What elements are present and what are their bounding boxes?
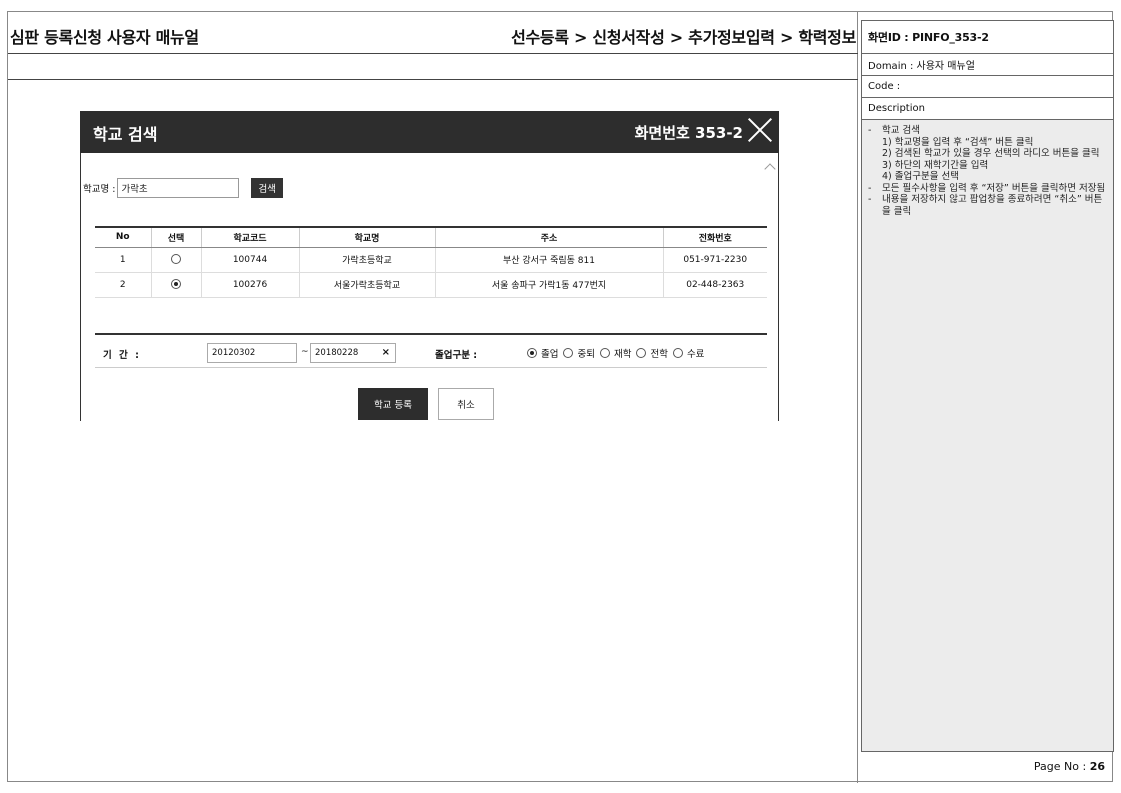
grad-option-label: 중퇴 [577,349,595,360]
breadcrumb: 선수등록 > 신청서작성 > 추가정보입력 > 학력정보 [511,28,856,47]
select-radio[interactable] [171,254,181,265]
grad-option-dropout[interactable]: 중퇴 [563,346,595,360]
search-button[interactable]: 검색 [251,178,283,198]
description-body: - 학교 검색 1) 학교명을 입력 후 “검색” 버튼 클릭 2) 검색된 학… [862,120,1113,217]
date-to-input[interactable]: 20180228 × [310,343,396,363]
row-select-cell [150,247,201,273]
column-header-name: 학교명 [298,226,435,248]
description-text: 모든 필수사항을 입력 후 “저장” 버튼을 클릭하면 저장됨 [882,182,1106,194]
grad-option-completed[interactable]: 수료 [672,346,705,360]
dialog-body: 학교명 : 검색 No 선택 학교코드 학교명 [80,153,779,421]
register-school-button[interactable]: 학교 등록 [358,388,428,420]
table-header-row: No 선택 학교코드 학교명 주소 전화번호 [95,226,767,248]
radio-icon [636,348,647,358]
date-separator: ~ [301,347,309,357]
code-field: Code : [862,76,1113,98]
radio-icon [599,348,610,358]
dialog-header: 학교 검색 화면번호 353-2 [80,111,779,153]
description-item: - 학교 검색 [868,125,1107,137]
description-text: 내용을 저장하지 않고 팝업창을 종료하려면 “취소” 버튼을 클릭 [882,194,1103,217]
row-code: 100744 [200,247,299,273]
column-header-no: No [95,226,151,248]
scroll-up-icon[interactable] [764,163,776,175]
domain-field: Domain : 사용자 매뉴얼 [862,54,1113,76]
school-name-label: 학교명 : [83,184,116,195]
school-name-input[interactable] [117,178,240,198]
grad-option-graduated[interactable]: 졸업 [527,346,558,360]
sub-header [8,54,858,80]
grad-option-label: 수료 [686,349,705,360]
row-no: 2 [95,272,151,298]
description-sub-item: 4) 졸업구분을 선택 [882,171,959,182]
close-icon[interactable] [747,117,773,143]
grad-option-label: 재학 [613,349,632,360]
dialog-title: 학교 검색 [93,125,158,144]
column-header-select: 선택 [150,226,201,248]
row-address: 부산 강서구 죽림동 811 [434,247,663,273]
school-search-dialog: 학교 검색 화면번호 353-2 학교명 : 검색 [80,111,779,421]
period-row: 기 간 : 20120302 ~ 20180228 × 졸업구분 : 졸업 중퇴… [95,333,767,368]
column-header-code: 학교코드 [200,226,299,248]
school-result-table: No 선택 학교코드 학교명 주소 전화번호 1 100744 가락초등학교 부… [95,226,767,298]
bullet-dash: - [868,194,872,205]
page-frame: 심판 등록신청 사용자 매뉴얼 선수등록 > 신청서작성 > 추가정보입력 > … [7,11,1114,783]
description-text: 학교 검색 [882,125,920,136]
description-sub-item: 2) 검색된 학교가 있을 경우 선택의 라디오 버튼을 클릭 [882,148,1100,159]
description-label: Description [862,98,1113,120]
row-name: 서울가락초등학교 [298,272,435,298]
page-number: Page No : 26 [1034,760,1105,773]
dialog-screen-number: 화면번호 353-2 [634,124,743,142]
date-to-value: 20180228 [315,348,359,358]
row-address: 서울 송파구 가락1동 477번지 [434,272,663,298]
table-row[interactable]: 2 100276 서울가락초등학교 서울 송파구 가락1동 477번지 02-4… [95,272,767,298]
doc-title: 심판 등록신청 사용자 매뉴얼 [10,28,199,47]
dialog-actions: 학교 등록 취소 [358,388,494,420]
page-number-value: 26 [1089,760,1105,773]
row-no: 1 [95,247,151,273]
search-row: 학교명 : 검색 [83,178,283,198]
grad-option-transfer[interactable]: 전학 [636,346,668,360]
radio-icon [563,348,574,358]
description-sub-item: 1) 학교명을 입력 후 “검색” 버튼 클릭 [882,136,1034,148]
grad-option-label: 졸업 [541,349,559,360]
clear-icon[interactable]: × [382,347,390,358]
screen-id: 화면ID : PINFO_353-2 [862,21,1113,54]
page-label: Page No : [1033,760,1087,773]
graduation-label: 졸업구분 : [435,350,478,361]
graduation-options: 졸업 중퇴 재학 전학 수료 [527,346,707,360]
row-name: 가락초등학교 [298,247,435,273]
radio-icon [672,348,683,358]
row-code: 100276 [200,272,299,298]
column-header-phone: 전화번호 [662,226,767,248]
info-panel: 화면ID : PINFO_353-2 Domain : 사용자 매뉴얼 Code… [861,20,1114,752]
select-radio[interactable] [171,279,181,290]
row-phone: 051-971-2230 [662,247,767,273]
description-item: - 모든 필수사항을 입력 후 “저장” 버튼을 클릭하면 저장됨 [868,183,1107,195]
cancel-button[interactable]: 취소 [438,388,494,420]
date-from-input[interactable]: 20120302 [207,343,297,363]
doc-header: 심판 등록신청 사용자 매뉴얼 선수등록 > 신청서작성 > 추가정보입력 > … [8,12,858,54]
bullet-dash: - [868,182,872,194]
grad-option-label: 전학 [650,349,668,360]
main-area: 심판 등록신청 사용자 매뉴얼 선수등록 > 신청서작성 > 추가정보입력 > … [8,12,858,783]
bullet-dash: - [868,125,872,136]
row-select-cell [150,272,201,298]
column-header-address: 주소 [434,226,663,248]
radio-icon [527,348,537,358]
row-phone: 02-448-2363 [662,272,767,298]
period-label: 기 간 : [103,350,141,361]
description-sub-item: 3) 하단의 재학기간을 입력 [882,159,989,171]
table-row[interactable]: 1 100744 가락초등학교 부산 강서구 죽림동 811 051-971-2… [95,247,767,273]
grad-option-enrolled[interactable]: 재학 [599,346,632,360]
description-item: - 내용을 저장하지 않고 팝업창을 종료하려면 “취소” 버튼을 클릭 [868,194,1107,217]
